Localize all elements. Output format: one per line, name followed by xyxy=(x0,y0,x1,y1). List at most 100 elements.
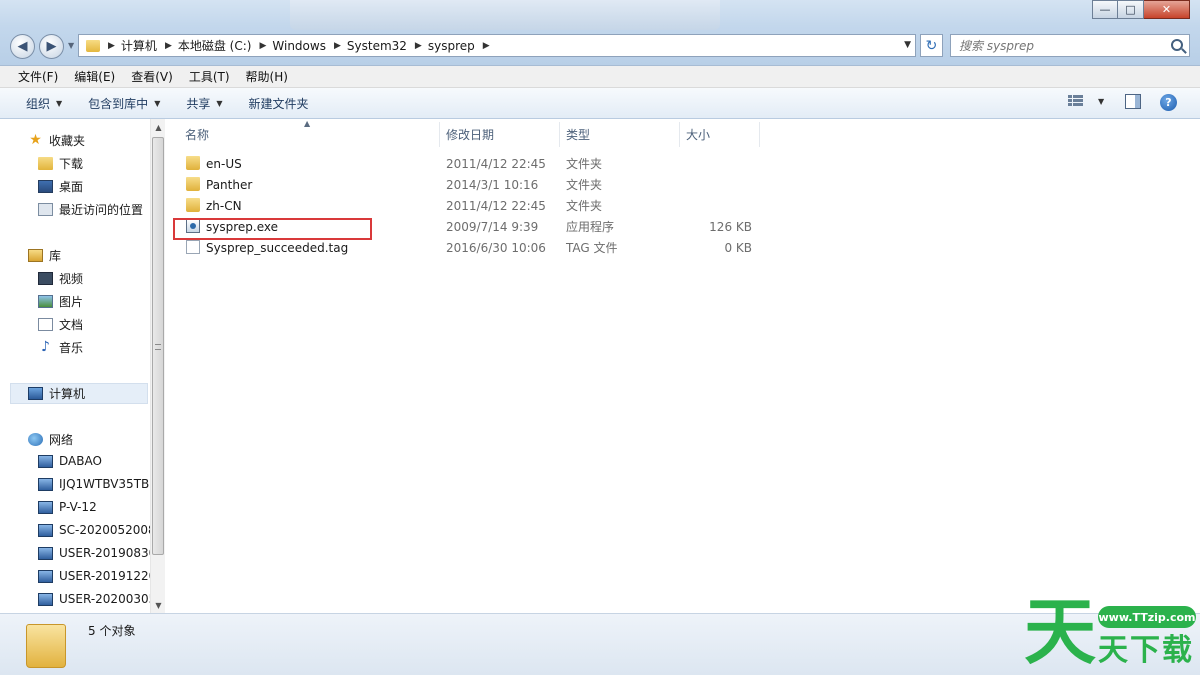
file-size: 126 KB xyxy=(709,219,752,234)
menu-bar: 文件(F) 编辑(E) 查看(V) 工具(T) 帮助(H) xyxy=(0,66,1200,88)
nav-downloads[interactable]: 下载 xyxy=(38,155,83,172)
share-button[interactable]: 共享 ▼ xyxy=(176,95,232,112)
nav-host-label: USER-20191220 xyxy=(59,569,150,583)
file-row[interactable]: Panther 2014/3/1 10:16 文件夹 xyxy=(176,174,876,195)
address-history-dropdown-icon[interactable]: ▼ xyxy=(904,40,911,50)
breadcrumb-windows[interactable]: Windows xyxy=(272,39,326,53)
close-button[interactable]: ✕ xyxy=(1144,0,1190,19)
chevron-down-icon: ▼ xyxy=(56,98,63,108)
column-header-type[interactable]: 类型 xyxy=(560,122,680,147)
nav-pictures-label: 图片 xyxy=(59,295,84,309)
nav-recent-label: 最近访问的位置 xyxy=(59,203,144,217)
refresh-button[interactable]: ↻ xyxy=(920,34,943,57)
file-type: 应用程序 xyxy=(566,220,615,234)
star-icon: ★ xyxy=(29,132,42,148)
nav-music[interactable]: ♪ 音乐 xyxy=(38,339,83,356)
breadcrumb-sysprep[interactable]: sysprep xyxy=(428,39,475,53)
forward-button[interactable]: ▶ xyxy=(39,34,64,59)
column-header-date[interactable]: 修改日期 xyxy=(440,122,560,147)
network-icon xyxy=(28,433,43,446)
nav-host-item[interactable]: P-V-12 xyxy=(38,500,150,514)
back-button[interactable]: ◀ xyxy=(10,34,35,59)
file-row[interactable]: en-US 2011/4/12 22:45 文件夹 xyxy=(176,153,876,174)
maximize-button[interactable]: □ xyxy=(1118,0,1144,19)
change-view-button[interactable]: ▼ xyxy=(1068,95,1104,107)
menu-file[interactable]: 文件(F) xyxy=(10,68,66,85)
new-folder-label: 新建文件夹 xyxy=(248,96,309,111)
nav-videos[interactable]: 视频 xyxy=(38,270,83,287)
nav-pictures[interactable]: 图片 xyxy=(38,293,83,310)
menu-edit[interactable]: 编辑(E) xyxy=(66,68,123,85)
nav-computer[interactable]: 计算机 xyxy=(28,385,85,402)
videos-icon xyxy=(38,272,53,285)
column-header-name[interactable]: 名称 xyxy=(179,122,440,147)
nav-host-item[interactable]: DABAO xyxy=(38,454,150,468)
breadcrumb-separator-icon[interactable]: ▶ xyxy=(483,41,490,51)
address-bar[interactable]: ▶ 计算机 ▶ 本地磁盘 (C:) ▶ Windows ▶ System32 ▶… xyxy=(78,34,916,57)
nav-recent-places[interactable]: 最近访问的位置 xyxy=(38,201,143,218)
nav-music-label: 音乐 xyxy=(59,341,84,355)
computer-icon xyxy=(28,387,43,400)
nav-libraries-label: 库 xyxy=(49,249,62,263)
breadcrumb-system32[interactable]: System32 xyxy=(347,39,407,53)
file-icon xyxy=(186,240,200,254)
breadcrumb-local-disk[interactable]: 本地磁盘 (C:) xyxy=(178,37,252,54)
nav-desktop[interactable]: 桌面 xyxy=(38,178,83,195)
recent-pages-dropdown[interactable]: ▼ xyxy=(68,41,74,50)
nav-favorites-label: 收藏夹 xyxy=(49,134,86,148)
nav-documents[interactable]: 文档 xyxy=(38,316,83,333)
breadcrumb: ▶ 计算机 ▶ 本地磁盘 (C:) ▶ Windows ▶ System32 ▶… xyxy=(100,35,496,56)
include-in-library-button[interactable]: 包含到库中 ▼ xyxy=(78,95,170,112)
search-icon[interactable] xyxy=(1171,39,1183,51)
file-type: TAG 文件 xyxy=(566,241,618,255)
nav-scrollbar[interactable]: ▲ ▼ xyxy=(150,119,165,613)
nav-favorites[interactable]: ★ 收藏夹 xyxy=(28,132,85,149)
nav-host-item[interactable]: IJQ1WTBV35TB xyxy=(38,477,150,491)
network-computer-icon xyxy=(38,546,53,560)
watermark-glyph: 天 xyxy=(1024,590,1097,674)
network-computer-icon xyxy=(38,592,53,606)
folder-icon xyxy=(186,156,200,170)
menu-tools[interactable]: 工具(T) xyxy=(181,68,238,85)
breadcrumb-computer[interactable]: 计算机 xyxy=(121,37,157,54)
minimize-button[interactable]: — xyxy=(1092,0,1118,19)
breadcrumb-separator-icon[interactable]: ▶ xyxy=(165,41,172,51)
breadcrumb-separator-icon[interactable]: ▶ xyxy=(108,41,115,51)
file-size: 0 KB xyxy=(724,240,752,255)
nav-libraries[interactable]: 库 xyxy=(28,247,61,264)
file-name: en-US xyxy=(206,156,242,171)
grip-icon xyxy=(155,344,161,350)
search-input[interactable] xyxy=(959,38,1159,53)
nav-computer-label: 计算机 xyxy=(49,387,86,401)
organize-button[interactable]: 组织 ▼ xyxy=(16,95,72,112)
include-library-label: 包含到库中 xyxy=(88,96,149,111)
nav-host-item[interactable]: SC-2020052008 xyxy=(38,523,150,537)
help-icon[interactable]: ? xyxy=(1160,94,1177,111)
file-date: 2009/7/14 9:39 xyxy=(446,219,539,234)
scroll-down-arrow-icon[interactable]: ▼ xyxy=(151,597,166,613)
nav-videos-label: 视频 xyxy=(59,272,84,286)
documents-icon xyxy=(38,318,53,331)
scroll-up-arrow-icon[interactable]: ▲ xyxy=(151,119,166,135)
scrollbar-thumb[interactable] xyxy=(152,137,164,555)
breadcrumb-separator-icon[interactable]: ▶ xyxy=(415,41,422,51)
file-type: 文件夹 xyxy=(566,178,603,192)
file-row[interactable]: Sysprep_succeeded.tag 2016/6/30 10:06 TA… xyxy=(176,237,876,258)
nav-host-item[interactable]: USER-20191220 xyxy=(38,569,150,583)
nav-host-label: P-V-12 xyxy=(59,500,97,514)
nav-host-item[interactable]: USER-20200305 xyxy=(38,592,150,606)
file-row[interactable]: zh-CN 2011/4/12 22:45 文件夹 xyxy=(176,195,876,216)
search-box[interactable] xyxy=(950,34,1190,57)
nav-network[interactable]: 网络 xyxy=(28,431,73,448)
chevron-down-icon: ▼ xyxy=(1098,96,1105,106)
breadcrumb-separator-icon[interactable]: ▶ xyxy=(334,41,341,51)
menu-help[interactable]: 帮助(H) xyxy=(238,68,296,85)
preview-pane-icon[interactable] xyxy=(1125,94,1141,109)
desktop-icon xyxy=(38,180,53,193)
nav-host-item[interactable]: USER-20190830 xyxy=(38,546,150,560)
column-header-size[interactable]: 大小 xyxy=(680,122,760,147)
breadcrumb-separator-icon[interactable]: ▶ xyxy=(259,41,266,51)
new-folder-button[interactable]: 新建文件夹 xyxy=(239,95,319,112)
folder-icon xyxy=(186,177,200,191)
menu-view[interactable]: 查看(V) xyxy=(123,68,181,85)
